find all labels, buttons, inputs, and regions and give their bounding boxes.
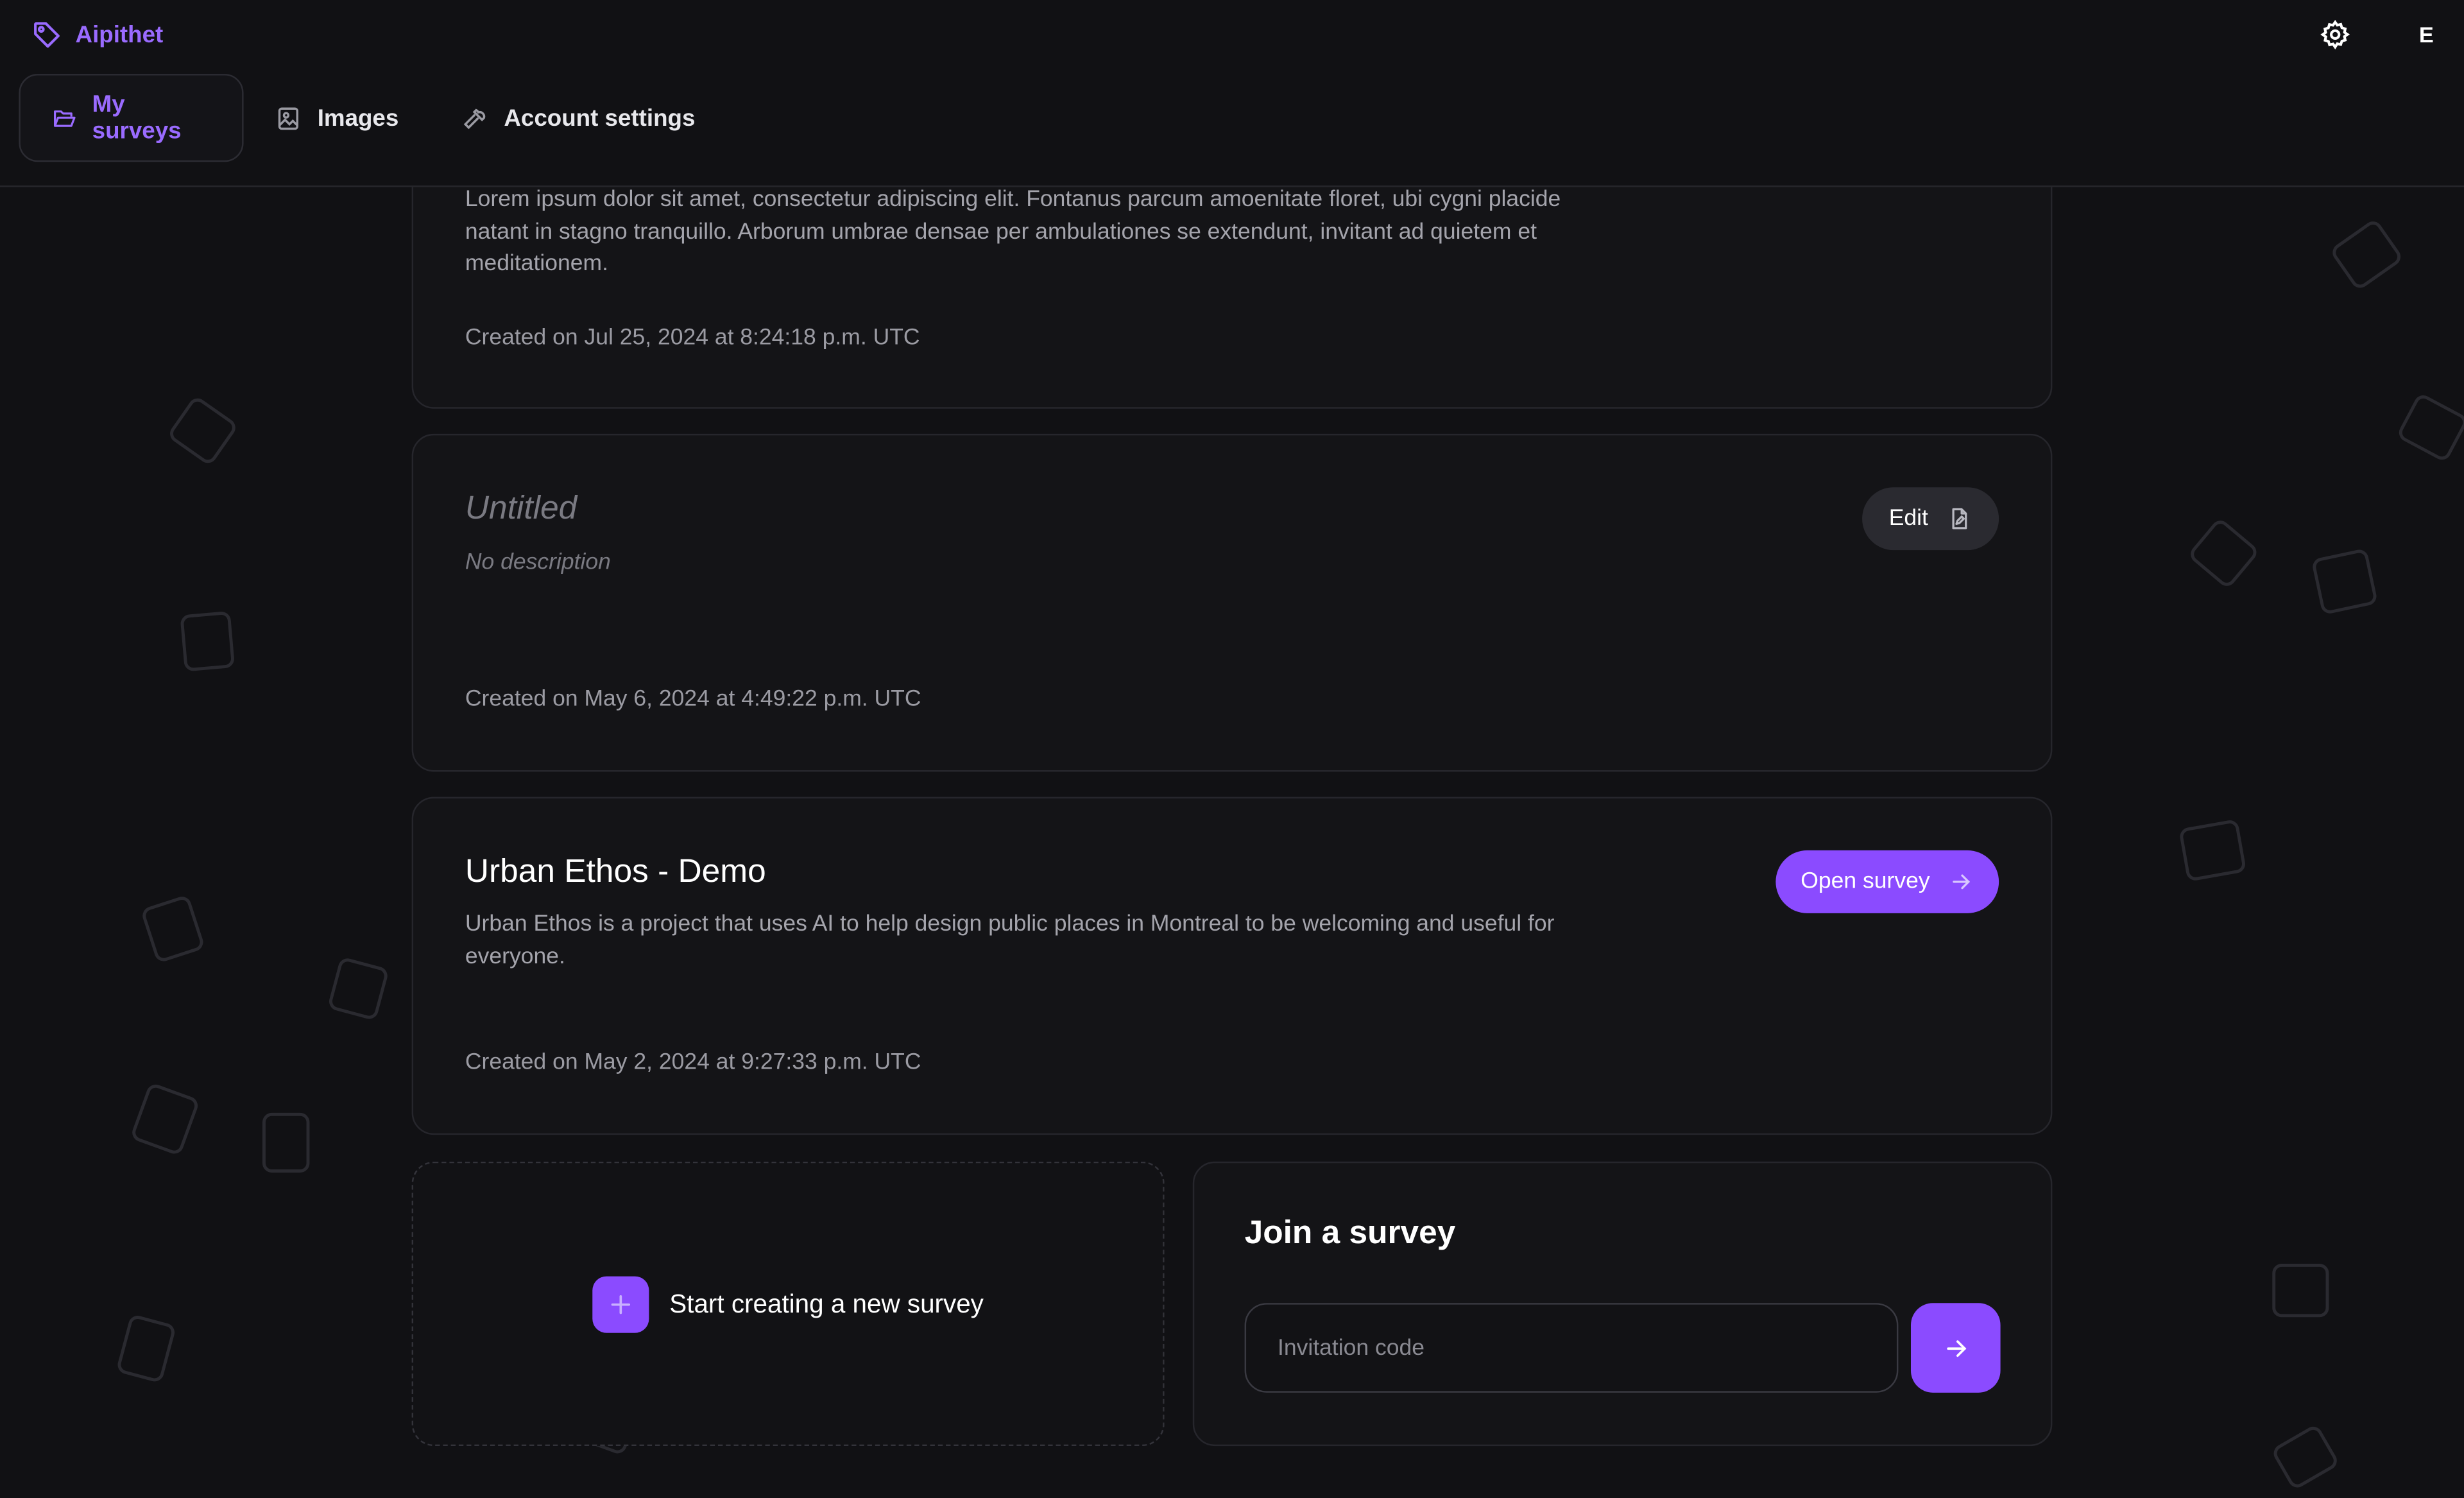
survey-created-date: Created on May 2, 2024 at 9:27:33 p.m. U…: [465, 1049, 921, 1076]
edit-button[interactable]: Edit: [1862, 487, 1999, 551]
survey-card: Urban Ethos - Demo Urban Ethos is a proj…: [411, 796, 2053, 1135]
arrow-right-icon: [1953, 874, 1971, 890]
tab-account-settings[interactable]: Account settings: [430, 74, 726, 162]
survey-title: Urban Ethos - Demo: [465, 853, 766, 890]
plus-icon: [592, 1276, 649, 1333]
folder-open-icon: [54, 109, 76, 126]
brand-name: Aipithet: [75, 21, 164, 48]
join-submit-button[interactable]: [1910, 1303, 2001, 1393]
wrench-icon: [463, 108, 485, 129]
survey-description: No description: [465, 550, 611, 576]
image-icon: [278, 107, 299, 130]
background-doodle: [2187, 517, 2261, 590]
main-tabs: My surveys Images Account settings: [19, 74, 726, 162]
survey-created-date: Created on Jul 25, 2024 at 8:24:18 p.m. …: [465, 325, 920, 351]
background-doodle: [2272, 1263, 2329, 1318]
create-survey-card[interactable]: Start creating a new survey: [411, 1161, 1165, 1447]
background-doodle: [2329, 218, 2404, 292]
create-survey-button[interactable]: Start creating a new survey: [592, 1276, 984, 1333]
edit-button-label: Edit: [1888, 506, 1928, 531]
background-doodle: [2311, 547, 2379, 616]
tab-label: Account settings: [504, 104, 696, 132]
tab-images[interactable]: Images: [244, 74, 431, 162]
survey-title: Untitled: [465, 490, 578, 527]
background-doodle: [2270, 1423, 2341, 1491]
open-survey-button[interactable]: Open survey: [1775, 850, 1999, 913]
background-doodle: [130, 1081, 201, 1157]
tag-icon: [34, 22, 60, 48]
background-doodle: [116, 1313, 177, 1384]
background-doodle: [327, 956, 389, 1021]
avatar[interactable]: E: [2411, 19, 2442, 50]
tab-label: My surveys: [92, 91, 182, 145]
background-doodle: [166, 395, 239, 467]
survey-description: Lorem ipsum dolor sit amet, consectetur …: [465, 187, 1561, 277]
background-doodle: [140, 894, 206, 964]
background-doodle: [2178, 818, 2247, 882]
background-doodle: [262, 1112, 310, 1173]
survey-description: Urban Ethos is a project that uses AI to…: [465, 911, 1555, 969]
open-survey-label: Open survey: [1801, 869, 1930, 895]
survey-card: Untitled No description Created on May 6…: [411, 433, 2053, 772]
top-navigation-bar: Aipithet E My surveys Images Account set…: [0, 0, 2464, 187]
invitation-code-input[interactable]: [1244, 1303, 1899, 1393]
background-doodle: [180, 610, 235, 672]
survey-created-date: Created on May 6, 2024 at 4:49:22 p.m. U…: [465, 687, 921, 712]
create-survey-label: Start creating a new survey: [669, 1289, 984, 1318]
gear-icon[interactable]: [2320, 19, 2351, 50]
tab-label: Images: [317, 104, 399, 132]
arrow-right-icon: [1946, 1339, 1966, 1356]
join-survey-title: Join a survey: [1244, 1215, 1456, 1252]
file-edit-icon: [1952, 508, 1967, 529]
tab-my-surveys[interactable]: My surveys: [19, 74, 244, 162]
brand-logo[interactable]: Aipithet: [31, 19, 163, 50]
background-doodle: [2395, 392, 2464, 463]
join-survey-card: Join a survey: [1192, 1161, 2053, 1447]
